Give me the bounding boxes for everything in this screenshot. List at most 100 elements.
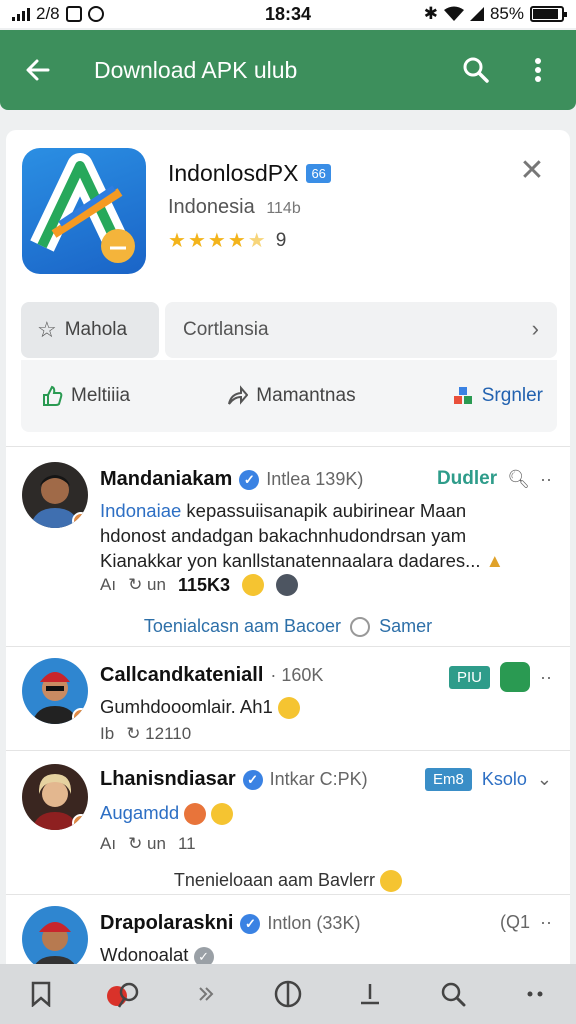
forward-icon[interactable] — [184, 972, 228, 1016]
divider — [6, 446, 570, 447]
face-emoji-icon — [276, 574, 299, 596]
post-item[interactable]: Mandaniakam ✓ Intlea 139K) Dudler 🔍︎ ·· … — [6, 456, 570, 646]
translate-link-text[interactable]: Tnenieloaan aam Bavlerr — [174, 870, 375, 890]
author-handle: · 160K — [270, 665, 324, 685]
like-button[interactable]: Meltiiia — [41, 385, 130, 407]
warning-icon: ▲ — [485, 550, 504, 571]
avatar[interactable] — [22, 658, 88, 724]
post-item[interactable]: Drapolaraskni ✓ Intlon (33K) (Q1 ·· Wdon… — [6, 898, 570, 972]
favorite-button[interactable]: ☆ Mahola — [21, 302, 159, 358]
avatar[interactable] — [22, 462, 88, 528]
status-right: ✱ 85% — [423, 4, 567, 24]
vpn-icon — [87, 6, 104, 22]
translate-link[interactable]: Tnenieloaan aam Bavlerr — [6, 870, 570, 893]
post-actions-top: Em8 Ksolo ⌄ — [425, 768, 552, 791]
search-icon[interactable] — [456, 50, 496, 90]
post-tag[interactable]: Em8 — [425, 768, 472, 791]
post-tag[interactable]: PIU — [448, 665, 490, 689]
thumbs-up-icon — [43, 385, 63, 406]
author-name: Callcandkateniall — [100, 664, 264, 686]
post-tag-extra[interactable]: Ksolo — [482, 769, 527, 790]
reply-count[interactable]: Ib — [100, 724, 114, 744]
more-horiz-icon[interactable]: ·· — [540, 667, 552, 688]
clock: 18:34 — [264, 3, 312, 24]
status-left-text: 2/8 — [36, 4, 60, 23]
bookmark-icon[interactable] — [19, 972, 63, 1016]
avatar-badge — [72, 512, 88, 528]
post-text: hdonost andadgan bakachnhudondrsan yam — [100, 525, 467, 546]
close-icon[interactable]: ✕ — [512, 150, 552, 190]
post-line: hdonost andadgan bakachnhudondrsan yam — [100, 523, 504, 548]
smile-emoji-icon — [380, 870, 403, 893]
more-icon[interactable] — [513, 972, 557, 1016]
share-arrow-icon — [228, 385, 249, 405]
post-author: Callcandkateniall · 160K — [100, 664, 323, 687]
repost-button[interactable]: ↻ un — [128, 834, 166, 854]
smile-emoji-icon — [211, 803, 234, 826]
category-button[interactable]: Cortlansia › — [165, 302, 557, 358]
reply-count[interactable]: Aı — [100, 575, 116, 595]
share-label: Mamantnas — [256, 385, 356, 406]
status-left: 2/8 — [12, 4, 104, 24]
avatar[interactable] — [22, 906, 88, 972]
app-country: Indonesia — [168, 196, 255, 218]
back-arrow-icon[interactable] — [18, 50, 58, 90]
more-horiz-icon[interactable]: ·· — [540, 469, 552, 490]
post-item[interactable]: Lhanisndiasar ✓ Intkar C:PK) Em8 Ksolo ⌄… — [6, 754, 570, 894]
cell-icon — [469, 7, 484, 21]
author-handle: Intlea 139K) — [266, 469, 364, 489]
post-hashtag[interactable]: Indonaiae — [100, 500, 181, 521]
share-button[interactable]: Mamantnas — [226, 385, 356, 407]
puzzle-icon — [453, 387, 472, 404]
star-half-icon: ★ — [247, 230, 266, 252]
post-tag[interactable]: Dudler — [437, 468, 497, 490]
author-name: Drapolaraskni — [100, 912, 234, 934]
app-logo-icon[interactable] — [22, 148, 146, 274]
translate-link-text[interactable]: Toenialcasn aam Bacoer — [144, 616, 341, 636]
bluetooth-icon: ✱ — [423, 4, 438, 23]
post-actions-top: Dudler 🔍︎ ·· — [437, 468, 552, 490]
verified-icon: ✓ — [240, 913, 261, 934]
star-outline-icon: ☆ — [37, 317, 57, 342]
avatar[interactable] — [22, 764, 88, 830]
more-horiz-icon[interactable]: ·· — [540, 912, 552, 933]
star-rating: ★ ★ ★ ★ ★ 9 — [168, 228, 286, 253]
category-label: Cortlansia — [183, 319, 269, 340]
chevron-down-icon[interactable]: ⌄ — [537, 769, 552, 790]
post-author: Mandaniakam ✓ Intlea 139K) — [100, 468, 363, 491]
app-subtitle: Indonesia 114b — [168, 196, 301, 219]
install-button[interactable]: Srgnler — [452, 385, 543, 407]
share-up-icon[interactable] — [348, 972, 392, 1016]
post-body: Gumhdooomlair. Ah1 — [100, 694, 300, 720]
more-vert-icon[interactable] — [518, 50, 558, 90]
post-body: Augamdd — [100, 800, 234, 826]
reply-count[interactable]: Aı — [100, 834, 116, 854]
app-name-text: IndonlosdPX — [168, 160, 299, 186]
verified-icon: ✓ — [242, 769, 263, 790]
post-meta: Aı ↻ un 115K3 — [100, 574, 299, 596]
post-author: Lhanisndiasar ✓ Intkar C:PK) — [100, 768, 368, 791]
app-bar: Download APK ulub — [0, 30, 576, 110]
apple-search-icon[interactable] — [101, 972, 145, 1016]
bottom-navigation — [0, 964, 576, 1024]
post-meta: Aı ↻ un 11 — [100, 834, 196, 854]
search-icon[interactable] — [431, 972, 475, 1016]
circle-split-icon[interactable] — [266, 972, 310, 1016]
post-text: kepassuiisanapik aubirinear Maan — [181, 500, 467, 521]
like-count: 11 — [177, 834, 196, 853]
chat-icon[interactable] — [500, 662, 530, 692]
repost-button[interactable]: ↻ 12110 — [126, 724, 191, 744]
avatar-badge — [72, 814, 88, 830]
divider — [6, 750, 570, 751]
star-icon: ★ — [168, 230, 186, 252]
action-row-secondary: Meltiiia Mamantnas Srgnler — [21, 360, 557, 432]
reply-indicator[interactable]: (Q1 — [500, 912, 530, 933]
rating-value: 9 — [275, 229, 287, 251]
search-icon[interactable]: 🔍︎ — [507, 469, 530, 490]
translate-link[interactable]: Toenialcasn aam Bacoer Samer — [6, 616, 570, 638]
repost-button[interactable]: ↻ un — [128, 575, 166, 595]
translate-link-extra[interactable]: Samer — [379, 616, 432, 636]
post-item[interactable]: Callcandkateniall · 160K PIU ·· Gumhdooo… — [6, 650, 570, 750]
chevron-right-icon: › — [531, 316, 539, 341]
post-hashtag[interactable]: Augamdd — [100, 802, 179, 823]
